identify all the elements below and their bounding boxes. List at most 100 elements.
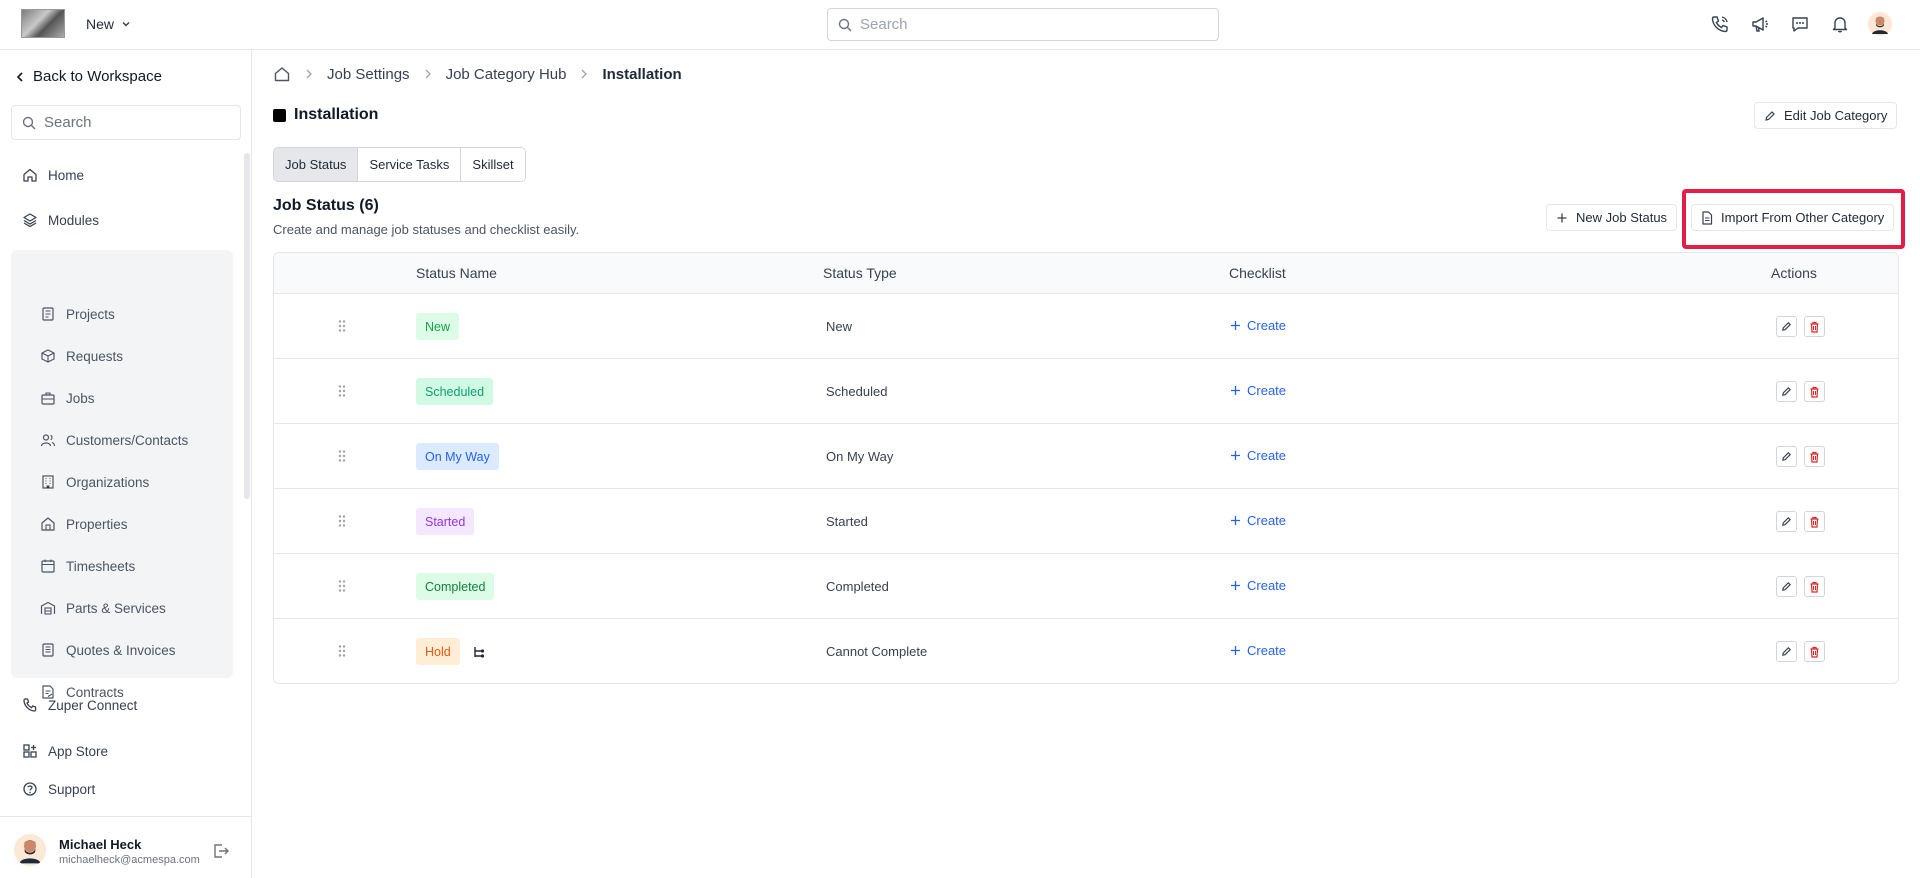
pencil-icon	[1781, 451, 1792, 462]
job-status-table: Status Name Status Type Checklist Action…	[273, 252, 1899, 684]
sidebar-item-timesheets[interactable]: Timesheets	[40, 558, 135, 574]
user-profile[interactable]: Michael Heck michaelheck@acmespa.com	[0, 816, 252, 878]
sidebar-scrollbar[interactable]	[244, 153, 250, 499]
sidebar-item-home[interactable]: Home	[22, 167, 84, 183]
top-bar: New	[0, 0, 1920, 50]
delete-button[interactable]	[1804, 316, 1825, 337]
megaphone-icon[interactable]	[1748, 12, 1772, 36]
highlight-box	[1682, 189, 1905, 249]
calendar-icon	[40, 558, 56, 574]
breadcrumb-job-settings[interactable]: Job Settings	[327, 66, 410, 83]
phone-icon[interactable]	[1708, 12, 1732, 36]
sidebar-item-modules[interactable]: Modules	[22, 212, 99, 228]
sidebar-item-parts-services[interactable]: Parts & Services	[40, 600, 166, 616]
sidebar-search[interactable]	[11, 105, 241, 140]
sidebar-item-projects[interactable]: Projects	[40, 306, 115, 322]
main-content: Job Settings Job Category Hub Installati…	[253, 50, 1920, 878]
drag-handle-icon[interactable]	[337, 449, 347, 463]
trash-icon	[1809, 581, 1820, 593]
page-title: Installation	[273, 106, 378, 124]
sidebar-search-input[interactable]	[44, 114, 224, 131]
drag-handle-icon[interactable]	[337, 319, 347, 333]
plus-icon	[1230, 515, 1241, 526]
sidebar-item-zuper-connect[interactable]: Zuper Connect	[22, 697, 137, 713]
delete-button[interactable]	[1804, 381, 1825, 402]
column-header-checklist[interactable]: Checklist	[1229, 265, 1286, 281]
delete-button[interactable]	[1804, 446, 1825, 467]
table-row: Completed Completed Create	[274, 554, 1898, 619]
user-avatar[interactable]	[1868, 12, 1892, 36]
edit-button[interactable]	[1776, 381, 1797, 402]
create-checklist-link[interactable]: Create	[1230, 643, 1286, 658]
tab-service-tasks[interactable]: Service Tasks	[358, 148, 462, 181]
create-checklist-link[interactable]: Create	[1230, 513, 1286, 528]
plus-icon	[1230, 385, 1241, 396]
create-checklist-link[interactable]: Create	[1230, 383, 1286, 398]
sidebar-item-customers-contacts[interactable]: Customers/Contacts	[40, 432, 188, 448]
bell-icon[interactable]	[1828, 12, 1852, 36]
delete-button[interactable]	[1804, 511, 1825, 532]
projects-icon	[40, 306, 56, 322]
edit-button[interactable]	[1776, 446, 1797, 467]
create-checklist-link[interactable]: Create	[1230, 448, 1286, 463]
edit-job-category-button[interactable]: Edit Job Category	[1754, 102, 1898, 129]
sidebar-item-jobs[interactable]: Jobs	[40, 390, 95, 406]
global-search[interactable]	[827, 8, 1219, 41]
edit-button[interactable]	[1776, 511, 1797, 532]
workspace-select[interactable]: New	[86, 16, 132, 32]
sidebar-item-label: Projects	[66, 306, 115, 322]
table-header: Status Name Status Type Checklist Action…	[274, 253, 1898, 294]
create-checklist-link[interactable]: Create	[1230, 578, 1286, 593]
sidebar-item-label: Quotes & Invoices	[66, 642, 176, 658]
global-search-input[interactable]	[860, 16, 1200, 33]
trash-icon	[1809, 386, 1820, 398]
back-to-workspace-link[interactable]: Back to Workspace	[15, 68, 162, 85]
drag-handle-icon[interactable]	[337, 579, 347, 593]
sidebar: Back to Workspace Home Modules Projects R…	[0, 50, 252, 878]
breadcrumb-job-category-hub[interactable]: Job Category Hub	[446, 66, 567, 83]
building-icon	[40, 474, 56, 490]
delete-button[interactable]	[1804, 641, 1825, 662]
sidebar-item-label: Organizations	[66, 474, 150, 490]
sub-status-icon[interactable]	[472, 645, 486, 659]
status-badge: Started	[416, 508, 475, 535]
property-icon	[40, 516, 56, 532]
column-header-status-name[interactable]: Status Name	[416, 265, 497, 281]
workspace-label: New	[86, 16, 115, 32]
category-color-swatch	[273, 108, 286, 122]
company-logo[interactable]	[21, 9, 65, 38]
edit-button[interactable]	[1776, 316, 1797, 337]
help-icon	[22, 781, 38, 797]
status-type: Started	[826, 514, 868, 529]
status-type: Completed	[826, 579, 889, 594]
sidebar-item-requests[interactable]: Requests	[40, 348, 123, 364]
chat-icon[interactable]	[1788, 12, 1812, 36]
delete-button[interactable]	[1804, 576, 1825, 597]
sidebar-item-support[interactable]: Support	[22, 781, 95, 797]
home-icon[interactable]	[273, 65, 291, 83]
logout-icon[interactable]	[212, 842, 230, 860]
pencil-icon	[1781, 516, 1792, 527]
column-header-status-type[interactable]: Status Type	[823, 265, 897, 281]
edit-button[interactable]	[1776, 641, 1797, 662]
search-icon	[22, 116, 36, 130]
drag-handle-icon[interactable]	[337, 514, 347, 528]
create-checklist-link[interactable]: Create	[1230, 318, 1286, 333]
chevron-down-icon	[120, 18, 132, 30]
tab-job-status[interactable]: Job Status	[274, 148, 359, 181]
tab-skillset[interactable]: Skillset	[461, 148, 525, 181]
trash-icon	[1809, 451, 1820, 463]
table-row: On My Way On My Way Create	[274, 424, 1898, 489]
new-job-status-button[interactable]: New Job Status	[1546, 204, 1678, 231]
layers-icon	[22, 212, 38, 228]
sidebar-item-app-store[interactable]: App Store	[22, 743, 108, 759]
sidebar-item-properties[interactable]: Properties	[40, 516, 128, 532]
drag-handle-icon[interactable]	[337, 644, 347, 658]
status-badge: Hold	[416, 638, 460, 665]
create-label: Create	[1247, 643, 1287, 658]
status-type: Scheduled	[826, 384, 888, 399]
sidebar-item-organizations[interactable]: Organizations	[40, 474, 149, 490]
sidebar-item-quotes-invoices[interactable]: Quotes & Invoices	[40, 642, 176, 658]
drag-handle-icon[interactable]	[337, 384, 347, 398]
edit-button[interactable]	[1776, 576, 1797, 597]
